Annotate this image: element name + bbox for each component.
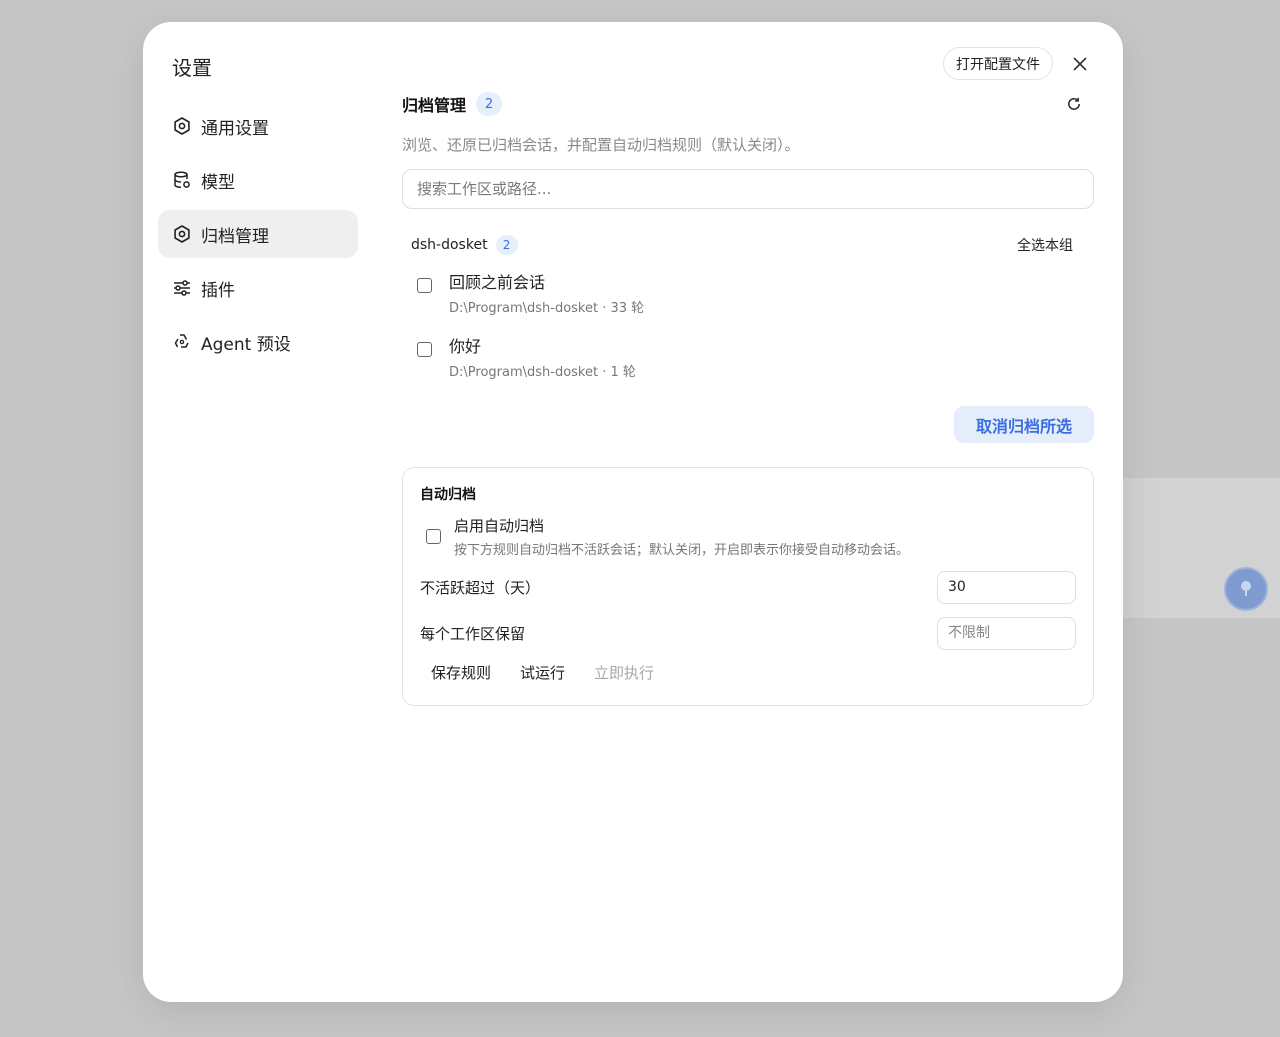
dry-run-button[interactable]: 试运行 xyxy=(520,662,565,683)
archive-count-badge: 2 xyxy=(476,92,503,116)
sidebar-item-label: 插件 xyxy=(201,280,235,301)
gear-icon xyxy=(172,224,192,244)
list-item: 你好 D:\Program\dsh-dosket · 1 轮 xyxy=(402,336,1094,384)
section-title: 归档管理 xyxy=(402,96,467,115)
sidebar-item-label: 模型 xyxy=(201,172,235,193)
database-icon xyxy=(172,170,192,190)
sidebar-item-label: Agent 预设 xyxy=(201,334,291,355)
session-title: 回顾之前会话 xyxy=(449,273,546,292)
background-floating-button[interactable] xyxy=(1224,567,1268,611)
recycle-icon xyxy=(172,332,192,352)
sidebar-item-label: 归档管理 xyxy=(201,226,269,247)
select-all-group-button[interactable]: 全选本组 xyxy=(1017,235,1073,255)
sidebar-item-archive[interactable]: 归档管理 xyxy=(158,210,358,258)
unarchive-selected-button[interactable]: 取消归档所选 xyxy=(953,406,1094,443)
inactive-days-input[interactable] xyxy=(937,570,1076,604)
auto-archive-title: 自动归档 xyxy=(420,487,476,503)
enable-auto-archive-checkbox[interactable] xyxy=(426,529,441,544)
unarchive-row: 取消归档所选 xyxy=(402,406,1094,443)
session-title: 你好 xyxy=(449,337,482,356)
sidebar-item-models[interactable]: 模型 xyxy=(158,156,358,204)
save-rules-button[interactable]: 保存规则 xyxy=(431,662,491,683)
close-button[interactable] xyxy=(1065,49,1095,79)
keep-per-workspace-input[interactable] xyxy=(937,616,1076,650)
refresh-icon xyxy=(1068,97,1080,110)
workspace-group-header: dsh-dosket 2 全选本组 xyxy=(402,233,1094,257)
keep-per-workspace-label: 每个工作区保留 xyxy=(420,624,526,643)
inactive-days-row: 不活跃超过（天） xyxy=(420,570,1076,604)
search-input[interactable] xyxy=(402,169,1094,209)
settings-sidebar: 通用设置 模型 归档管理 插件 Agent 预设 xyxy=(158,102,358,372)
enable-auto-archive-help: 按下方规则自动归档不活跃会话；默认关闭，开启即表示你接受自动移动会话。 xyxy=(454,543,910,558)
auto-archive-card: 自动归档 启用自动归档 按下方规则自动归档不活跃会话；默认关闭，开启即表示你接受… xyxy=(402,467,1094,706)
list-item: 回顾之前会话 D:\Program\dsh-dosket · 33 轮 xyxy=(402,272,1094,320)
sidebar-item-plugins[interactable]: 插件 xyxy=(158,264,358,312)
sliders-icon xyxy=(172,278,192,298)
session-meta: D:\Program\dsh-dosket · 1 轮 xyxy=(449,365,636,380)
inactive-days-label: 不活跃超过（天） xyxy=(420,578,541,597)
gear-icon xyxy=(172,116,192,136)
modal-top-actions: 打开配置文件 xyxy=(943,47,1095,80)
archive-panel: 归档管理 2 浏览、还原已归档会话，并配置自动归档规则（默认关闭）。 dsh-d… xyxy=(402,90,1094,706)
pin-icon xyxy=(1241,581,1251,596)
workspace-name: dsh-dosket xyxy=(411,237,488,253)
sidebar-item-label: 通用设置 xyxy=(201,118,269,139)
enable-auto-archive-label: 启用自动归档 xyxy=(454,517,545,535)
settings-modal: 设置 通用设置 模型 归档管理 插件 Agent 预设 打开配置文件 归档管理 … xyxy=(143,22,1123,1002)
sidebar-item-general[interactable]: 通用设置 xyxy=(158,102,358,150)
keep-per-workspace-row: 每个工作区保留 xyxy=(420,616,1076,650)
open-config-file-button[interactable]: 打开配置文件 xyxy=(943,47,1053,80)
refresh-button[interactable] xyxy=(1064,94,1084,114)
sidebar-item-agent-presets[interactable]: Agent 预设 xyxy=(158,318,358,366)
enable-auto-archive-row: 启用自动归档 按下方规则自动归档不活跃会话；默认关闭，开启即表示你接受自动移动会… xyxy=(420,515,1076,558)
modal-title: 设置 xyxy=(172,56,212,80)
close-icon xyxy=(1073,56,1087,71)
archive-header: 归档管理 2 xyxy=(402,90,1094,118)
session-meta: D:\Program\dsh-dosket · 33 轮 xyxy=(449,301,645,316)
archive-description: 浏览、还原已归档会话，并配置自动归档规则（默认关闭）。 xyxy=(402,136,800,154)
run-now-button[interactable]: 立即执行 xyxy=(594,662,654,683)
session-checkbox[interactable] xyxy=(417,342,432,357)
session-checkbox[interactable] xyxy=(417,278,432,293)
auto-archive-actions: 保存规则 试运行 立即执行 xyxy=(420,662,1076,683)
group-count-badge: 2 xyxy=(495,235,518,255)
